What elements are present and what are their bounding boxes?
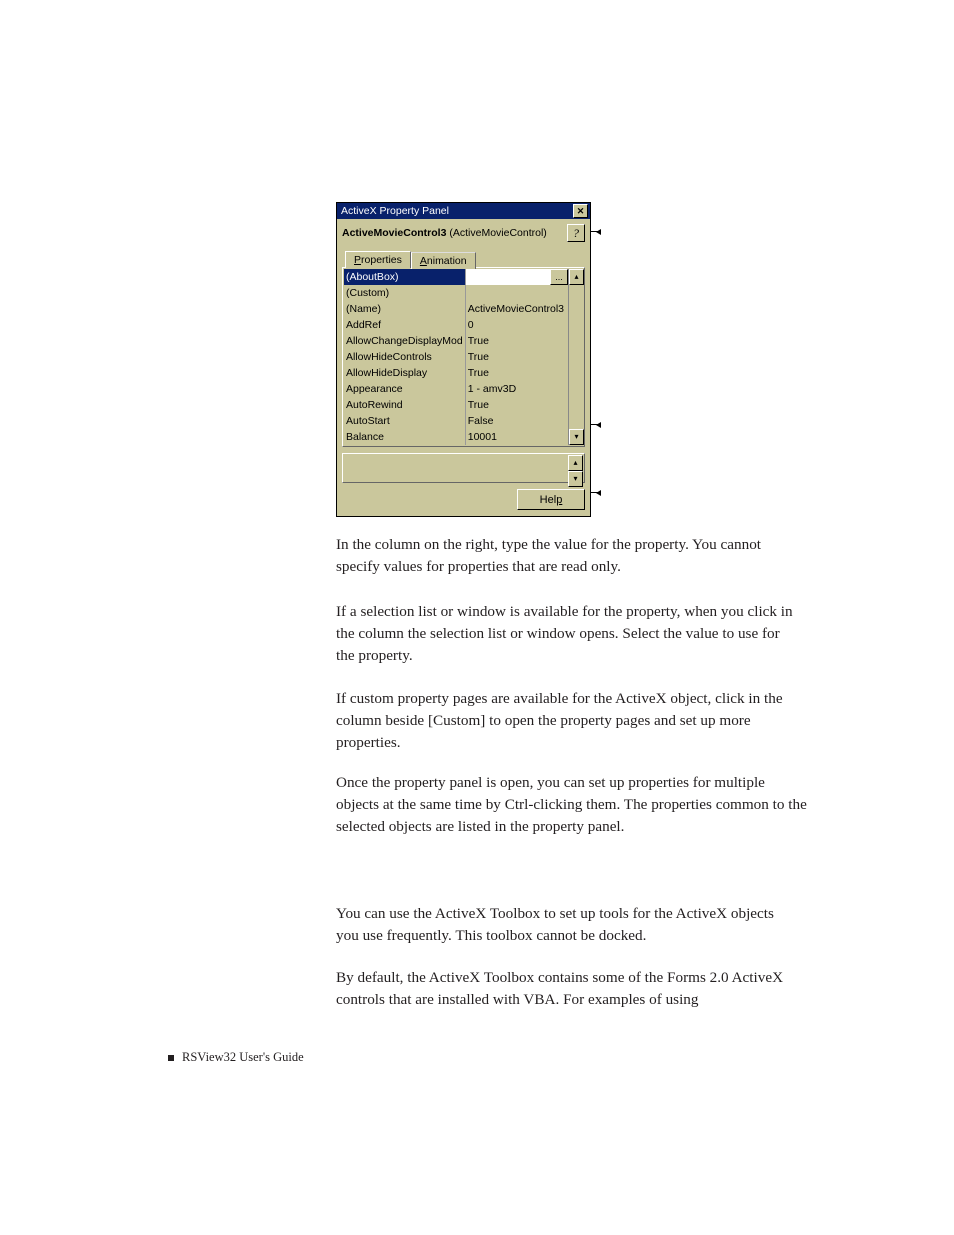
callout-arrow-icon bbox=[591, 231, 601, 232]
callout-arrow-icon bbox=[591, 424, 601, 425]
titlebar[interactable]: ActiveX Property Panel ✕ bbox=[337, 203, 590, 219]
property-value-cell[interactable]: 10001 bbox=[465, 429, 568, 445]
page: ActiveX Property Panel ✕ ActiveMovieCont… bbox=[0, 0, 954, 1235]
paragraph: Once the property panel is open, you can… bbox=[336, 772, 811, 838]
desc-scroll-down-icon[interactable]: ▾ bbox=[568, 471, 583, 487]
property-value-cell[interactable]: 1 - amv3D bbox=[465, 381, 568, 397]
property-name-cell: (Name) bbox=[344, 301, 465, 317]
callout-arrow-icon bbox=[591, 492, 601, 493]
property-value-cell[interactable]: ... bbox=[465, 269, 568, 285]
object-name-bold: ActiveMovieControl3 bbox=[342, 227, 446, 239]
tab-strip: Properties Animation bbox=[337, 244, 590, 267]
help-button[interactable]: Help bbox=[517, 489, 585, 510]
grid-scrollbar[interactable]: ▴ ▾ bbox=[568, 269, 583, 445]
property-value-cell[interactable]: False bbox=[465, 413, 568, 429]
description-area: ▴ ▾ bbox=[342, 453, 585, 483]
property-row-autostart[interactable]: AutoStartFalse bbox=[344, 413, 568, 429]
property-row-name[interactable]: (Name)ActiveMovieControl3 bbox=[344, 301, 568, 317]
property-name-cell: (AboutBox) bbox=[344, 269, 465, 285]
property-row-appearance[interactable]: Appearance1 - amv3D bbox=[344, 381, 568, 397]
tab-properties[interactable]: Properties bbox=[345, 251, 411, 268]
property-value-cell[interactable]: True bbox=[465, 365, 568, 381]
paragraph: If custom property pages are available f… bbox=[336, 688, 801, 754]
tab-animation[interactable]: Animation bbox=[411, 252, 476, 269]
property-row-allowhidedisplay[interactable]: AllowHideDisplayTrue bbox=[344, 365, 568, 381]
paragraph: If a selection list or window is availab… bbox=[336, 601, 801, 667]
bullet-icon bbox=[168, 1055, 174, 1061]
object-selector-label[interactable]: ActiveMovieControl3 (ActiveMovieControl) bbox=[342, 227, 547, 239]
tab-properties-label-rest: roperties bbox=[361, 254, 402, 266]
page-footer: RSView32 User's Guide bbox=[168, 1050, 304, 1065]
activex-property-panel: ActiveX Property Panel ✕ ActiveMovieCont… bbox=[336, 202, 591, 517]
property-name-cell: (Custom) bbox=[344, 285, 465, 301]
property-name-cell: Balance bbox=[344, 429, 465, 445]
ellipsis-button[interactable]: ... bbox=[550, 269, 568, 285]
paragraph: You can use the ActiveX Toolbox to set u… bbox=[336, 903, 796, 947]
context-help-button[interactable]: ? bbox=[567, 224, 585, 242]
scroll-up-icon[interactable]: ▴ bbox=[569, 269, 584, 285]
property-row-custom[interactable]: (Custom) bbox=[344, 285, 568, 301]
footer-text: RSView32 User's Guide bbox=[182, 1050, 304, 1065]
property-value-cell[interactable]: 0 bbox=[465, 317, 568, 333]
window-title: ActiveX Property Panel bbox=[341, 205, 449, 217]
scroll-down-icon[interactable]: ▾ bbox=[569, 429, 584, 445]
property-name-cell: AllowHideControls bbox=[344, 349, 465, 365]
property-row-aboutbox[interactable]: (AboutBox) ... bbox=[344, 269, 568, 285]
object-class-paren: (ActiveMovieControl) bbox=[449, 227, 546, 239]
object-selector-row: ActiveMovieControl3 (ActiveMovieControl)… bbox=[337, 219, 590, 244]
property-value-text[interactable] bbox=[466, 269, 550, 285]
property-name-cell: AllowChangeDisplayMod bbox=[344, 333, 465, 349]
property-row-addref[interactable]: AddRef0 bbox=[344, 317, 568, 333]
property-row-allowhidecontrols[interactable]: AllowHideControlsTrue bbox=[344, 349, 568, 365]
activex-property-panel-figure: ActiveX Property Panel ✕ ActiveMovieCont… bbox=[336, 202, 591, 517]
property-name-cell: AutoStart bbox=[344, 413, 465, 429]
help-row: Help bbox=[337, 489, 590, 516]
property-name-cell: AddRef bbox=[344, 317, 465, 333]
property-name-cell: AllowHideDisplay bbox=[344, 365, 465, 381]
tab-animation-label-rest: nimation bbox=[427, 255, 467, 267]
property-name-cell: AutoRewind bbox=[344, 397, 465, 413]
property-value-cell[interactable]: True bbox=[465, 397, 568, 413]
property-value-cell[interactable] bbox=[465, 285, 568, 301]
desc-scroll-up-icon[interactable]: ▴ bbox=[568, 455, 583, 471]
close-icon[interactable]: ✕ bbox=[573, 204, 588, 218]
property-name-cell: Appearance bbox=[344, 381, 465, 397]
property-value-cell[interactable]: True bbox=[465, 349, 568, 365]
properties-grid[interactable]: (AboutBox) ... (Custom) (Name)ActiveMovi… bbox=[344, 269, 568, 445]
property-row-allowchangedisplaymod[interactable]: AllowChangeDisplayModTrue bbox=[344, 333, 568, 349]
paragraph: In the column on the right, type the val… bbox=[336, 534, 796, 578]
property-row-autorewind[interactable]: AutoRewindTrue bbox=[344, 397, 568, 413]
property-value-cell[interactable]: True bbox=[465, 333, 568, 349]
property-row-balance[interactable]: Balance10001 bbox=[344, 429, 568, 445]
properties-grid-container: (AboutBox) ... (Custom) (Name)ActiveMovi… bbox=[342, 267, 585, 447]
property-value-cell[interactable]: ActiveMovieControl3 bbox=[465, 301, 568, 317]
paragraph: By default, the ActiveX Toolbox contains… bbox=[336, 967, 806, 1011]
